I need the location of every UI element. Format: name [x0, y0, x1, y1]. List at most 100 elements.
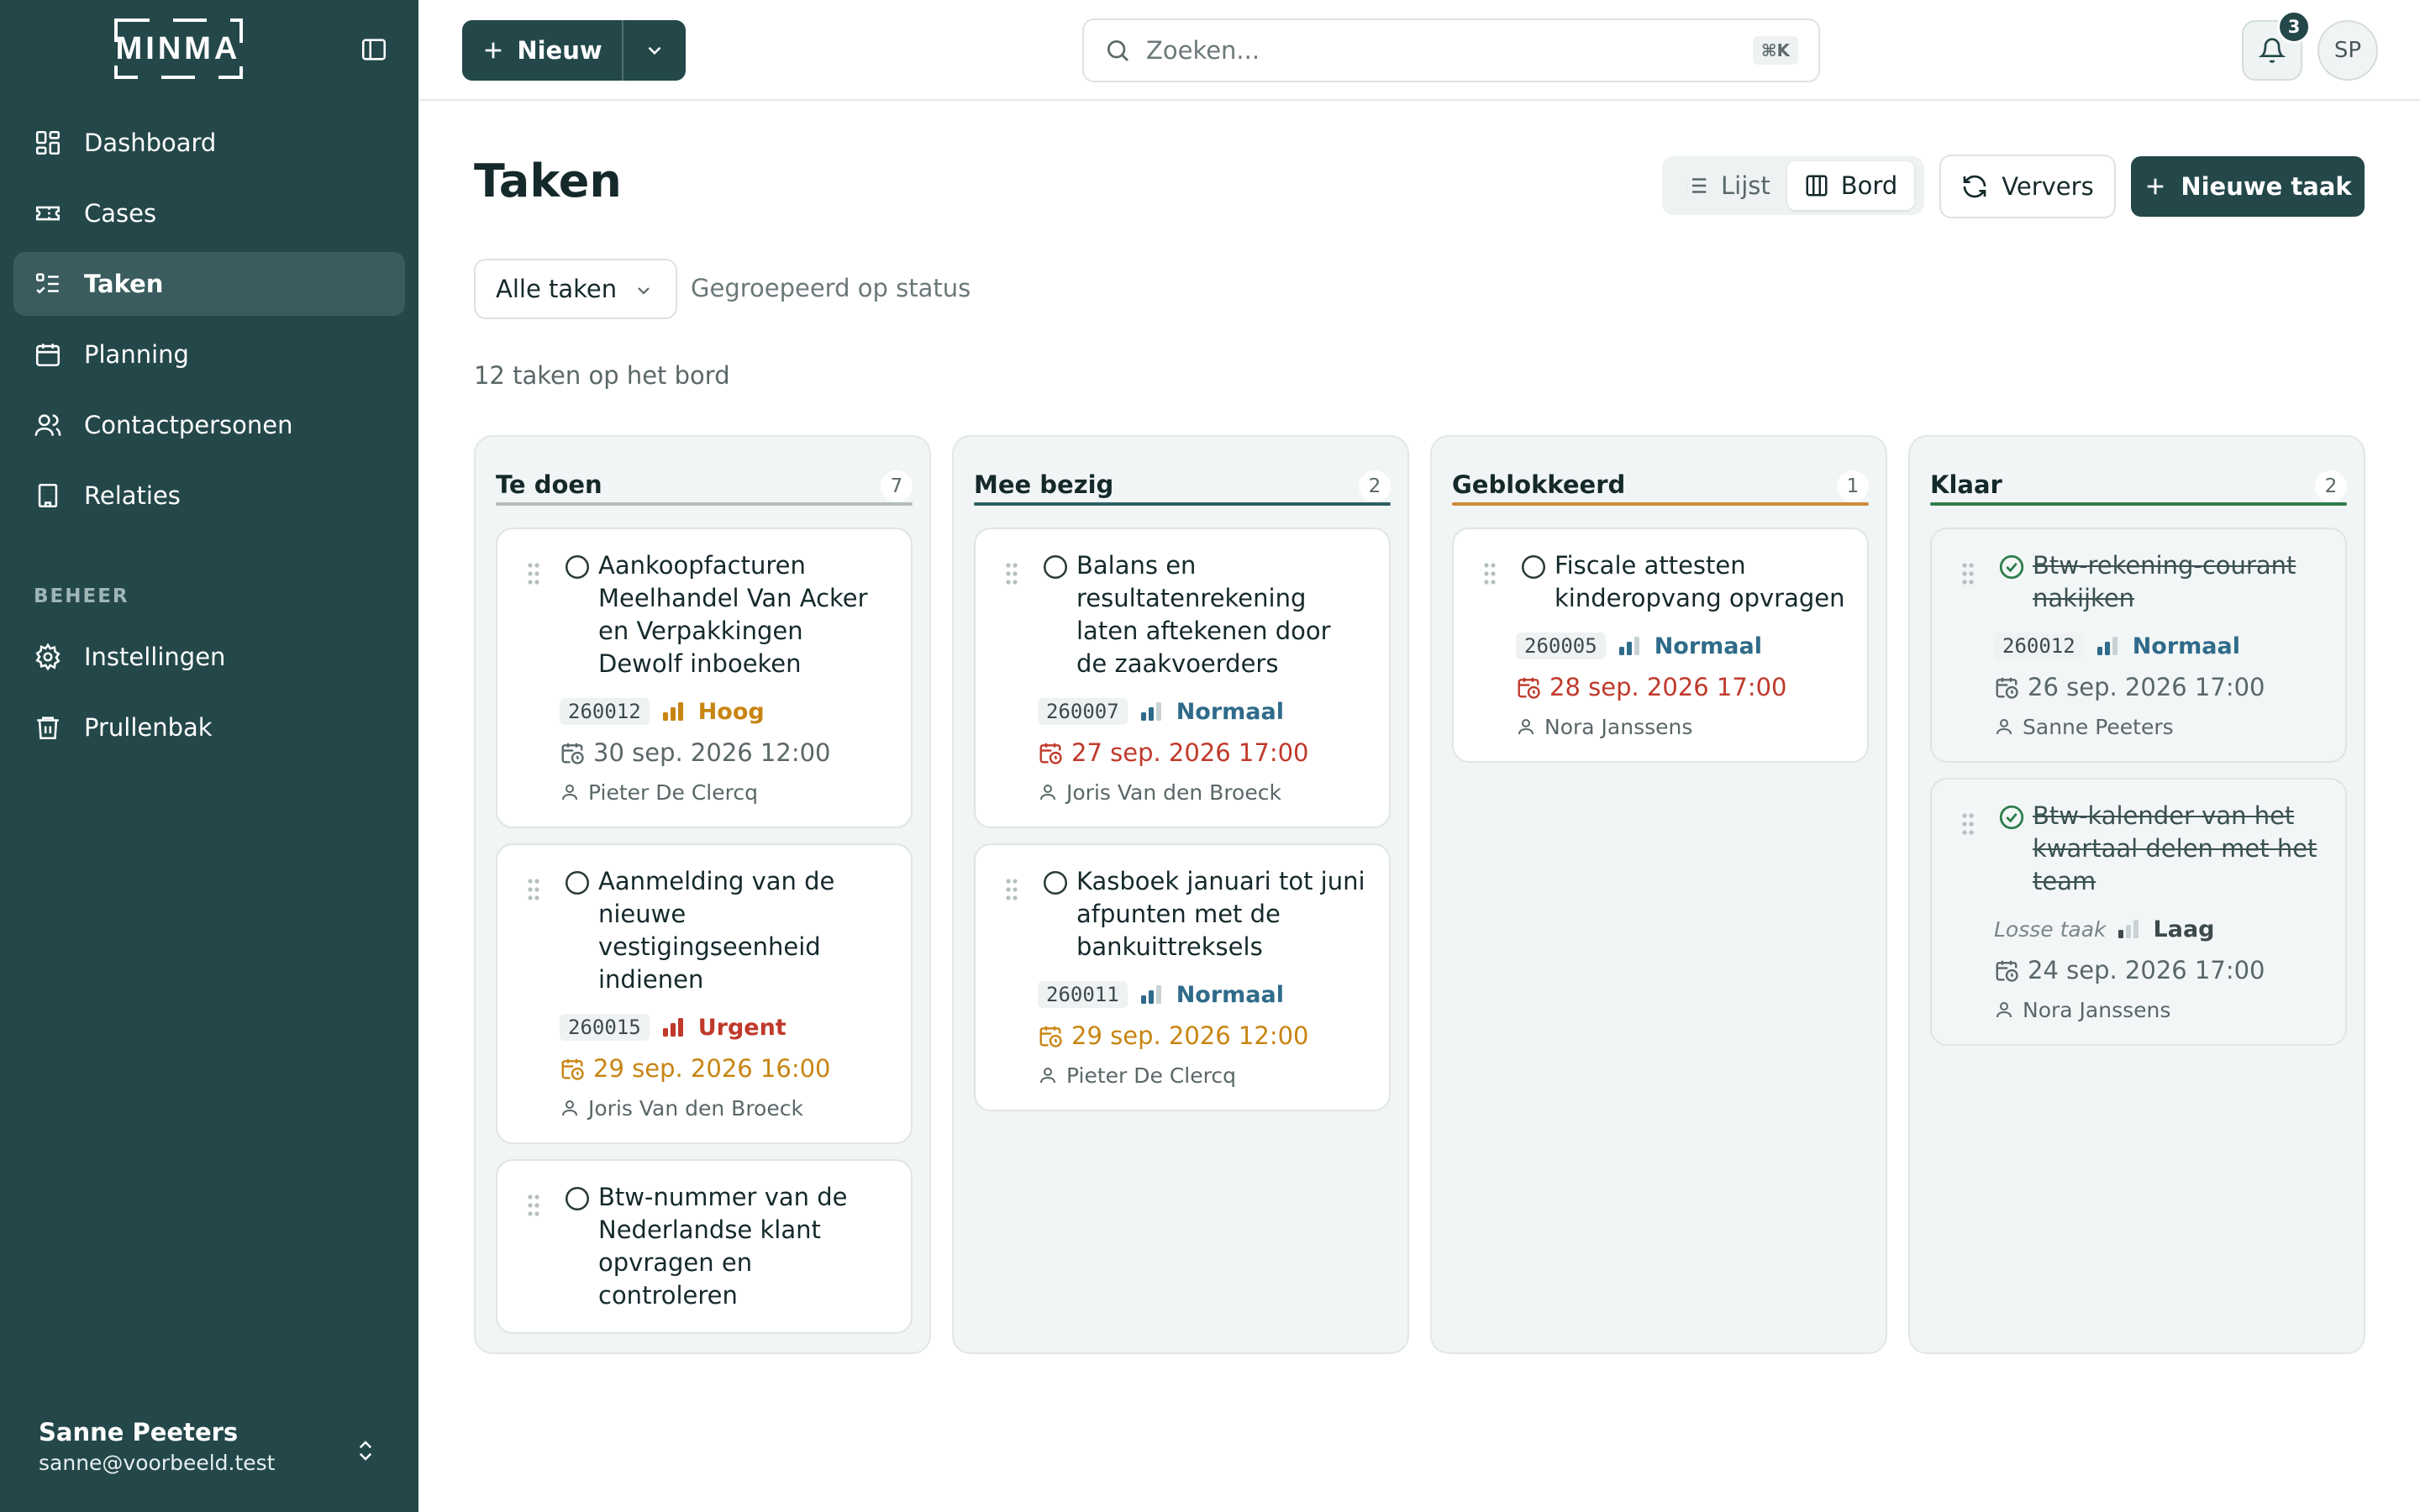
- case-code-badge[interactable]: 260005: [1516, 633, 1606, 659]
- task-filter-value: Alle taken: [496, 275, 618, 303]
- view-board-label: Bord: [1840, 171, 1898, 200]
- circle-checkbox-icon[interactable]: [1519, 553, 1548, 581]
- loose-task-label: Losse taak: [1994, 916, 2107, 942]
- task-card[interactable]: Aankoopfacturen Meelhandel Van Acker en …: [496, 528, 913, 828]
- column-title: Te doen: [496, 470, 602, 499]
- calendar-clock-icon: [1038, 740, 1063, 765]
- view-board-button[interactable]: Bord: [1786, 161, 1915, 210]
- calendar-clock-icon: [1516, 675, 1541, 700]
- task-filter-select[interactable]: Alle taken: [474, 259, 677, 319]
- new-dropdown-button[interactable]: [623, 20, 686, 81]
- drag-handle-icon[interactable]: [1482, 561, 1497, 586]
- due-date-text: 30 sep. 2026 12:00: [593, 738, 831, 767]
- task-card[interactable]: Aanmelding van de nieuwe vestigingseenhe…: [496, 843, 913, 1144]
- circle-checkbox-icon[interactable]: [1041, 869, 1070, 897]
- drag-handle-icon[interactable]: [526, 561, 541, 586]
- priority-label: Normaal: [2132, 633, 2240, 659]
- assignee-name: Nora Janssens: [1544, 714, 1693, 739]
- task-meta: 260005 Normaal: [1516, 630, 1847, 662]
- view-list-button[interactable]: Lijst: [1667, 161, 1787, 210]
- gear-icon: [34, 643, 62, 671]
- column-cards: Balans en resultatenrekening laten aftek…: [974, 528, 1391, 1126]
- user-menu[interactable]: Sanne Peeters sanne@voorbeeld.test: [39, 1416, 275, 1478]
- task-card[interactable]: Btw-rekening-courant nakijken 260012 Norma…: [1930, 528, 2347, 763]
- sidebar-item-planning[interactable]: Planning: [13, 323, 405, 386]
- chevrons-up-down-icon[interactable]: [353, 1436, 378, 1465]
- case-code-badge[interactable]: 260012: [560, 698, 650, 725]
- priority-bars-icon: [662, 701, 687, 722]
- priority-bars-icon: [2118, 918, 2142, 940]
- task-card[interactable]: Balans en resultatenrekening laten aftek…: [974, 528, 1391, 828]
- sidebar-item-prullenbak[interactable]: Prullenbak: [13, 696, 405, 759]
- board-column: Mee bezig 2 Balans en resultatenrekening l…: [952, 435, 1409, 1354]
- drag-handle-icon[interactable]: [1004, 561, 1019, 586]
- task-card[interactable]: Btw-nummer van de Nederlandse klant opvr…: [496, 1159, 913, 1334]
- case-code-badge[interactable]: 260011: [1038, 981, 1128, 1008]
- drag-handle-icon[interactable]: [526, 877, 541, 902]
- circle-checkbox-icon[interactable]: [563, 553, 592, 581]
- circle-checkbox-icon[interactable]: [1041, 553, 1070, 581]
- sidebar-item-dashboard[interactable]: Dashboard: [13, 111, 405, 175]
- calendar-clock-icon: [1994, 675, 2019, 700]
- due-date: 29 sep. 2026 16:00: [560, 1052, 891, 1085]
- task-title: Btw-nummer van de Nederlandse klant opvr…: [598, 1183, 848, 1310]
- case-code-badge[interactable]: 260007: [1038, 698, 1128, 725]
- column-title: Geblokkeerd: [1452, 470, 1626, 499]
- assignee-name: Pieter De Clercq: [1066, 1063, 1236, 1088]
- task-card[interactable]: Fiscale attesten kinderopvang opvragen 26…: [1452, 528, 1869, 763]
- list-icon: [1684, 173, 1709, 198]
- user-icon: [560, 1098, 580, 1118]
- drag-handle-icon[interactable]: [1960, 561, 1975, 586]
- drag-handle-icon[interactable]: [1004, 877, 1019, 902]
- assignee: Nora Janssens: [1994, 995, 2325, 1024]
- case-code-badge[interactable]: 260012: [1994, 633, 2084, 659]
- new-task-button[interactable]: Nieuwe taak: [2131, 156, 2365, 217]
- new-button[interactable]: Nieuw: [462, 20, 623, 81]
- sidebar-item-label: Instellingen: [84, 643, 226, 671]
- task-title: Btw-kalender van het kwartaal delen met …: [2033, 801, 2317, 895]
- board-column: Geblokkeerd 1 Fiscale attesten kinderopvan…: [1430, 435, 1887, 1354]
- sidebar-item-taken[interactable]: Taken: [13, 252, 405, 316]
- check-circle-icon[interactable]: [1997, 553, 2026, 581]
- due-date: 30 sep. 2026 12:00: [560, 736, 891, 769]
- task-meta: 260007 Normaal: [1038, 696, 1369, 727]
- sidebar-item-cases[interactable]: Cases: [13, 181, 405, 245]
- assignee: Sanne Peeters: [1994, 712, 2325, 741]
- assignee: Pieter De Clercq: [1038, 1061, 1369, 1089]
- circle-checkbox-icon[interactable]: [563, 1184, 592, 1213]
- priority-bars-icon: [2096, 635, 2121, 657]
- due-date: 26 sep. 2026 17:00: [1994, 670, 2325, 704]
- column-status-line: [974, 502, 1391, 506]
- search-placeholder: Zoeken...: [1146, 36, 1260, 65]
- logo[interactable]: MINMA: [109, 18, 248, 79]
- drag-handle-icon[interactable]: [1960, 811, 1975, 837]
- building-icon: [34, 481, 62, 510]
- due-date-text: 26 sep. 2026 17:00: [2028, 673, 2265, 701]
- task-card[interactable]: Kasboek januari tot juni afpunten met de…: [974, 843, 1391, 1111]
- sidebar-toggle-icon[interactable]: [360, 35, 388, 64]
- avatar[interactable]: SP: [2317, 20, 2378, 81]
- refresh-label: Ververs: [2002, 172, 2094, 201]
- sidebar-item-relaties[interactable]: Relaties: [13, 464, 405, 528]
- sidebar-item-instellingen[interactable]: Instellingen: [13, 625, 405, 689]
- topbar: Nieuw Zoeken... ⌘K 3 SP: [418, 0, 2420, 101]
- sidebar-item-contactpersonen[interactable]: Contactpersonen: [13, 393, 405, 457]
- assignee-name: Sanne Peeters: [2023, 714, 2174, 739]
- case-code-badge[interactable]: 260015: [560, 1014, 650, 1041]
- column-status-line: [1452, 502, 1869, 506]
- view-toggle: Lijst Bord: [1662, 156, 1924, 215]
- column-cards: Fiscale attesten kinderopvang opvragen 26…: [1452, 528, 1869, 778]
- new-split-button: Nieuw: [462, 20, 686, 81]
- check-circle-icon[interactable]: [1997, 803, 2026, 832]
- trash-icon: [34, 713, 62, 742]
- refresh-button[interactable]: Ververs: [1939, 155, 2116, 218]
- plus-icon: [481, 39, 505, 62]
- circle-checkbox-icon[interactable]: [563, 869, 592, 897]
- plus-icon: [2144, 175, 2167, 198]
- task-title: Fiscale attesten kinderopvang opvragen: [1555, 551, 1845, 612]
- task-card[interactable]: Btw-kalender van het kwartaal delen met …: [1930, 778, 2347, 1046]
- column-status-line: [1930, 502, 2347, 506]
- drag-handle-icon[interactable]: [526, 1193, 541, 1218]
- chevron-down-icon: [634, 281, 654, 301]
- search-input[interactable]: Zoeken... ⌘K: [1082, 18, 1820, 82]
